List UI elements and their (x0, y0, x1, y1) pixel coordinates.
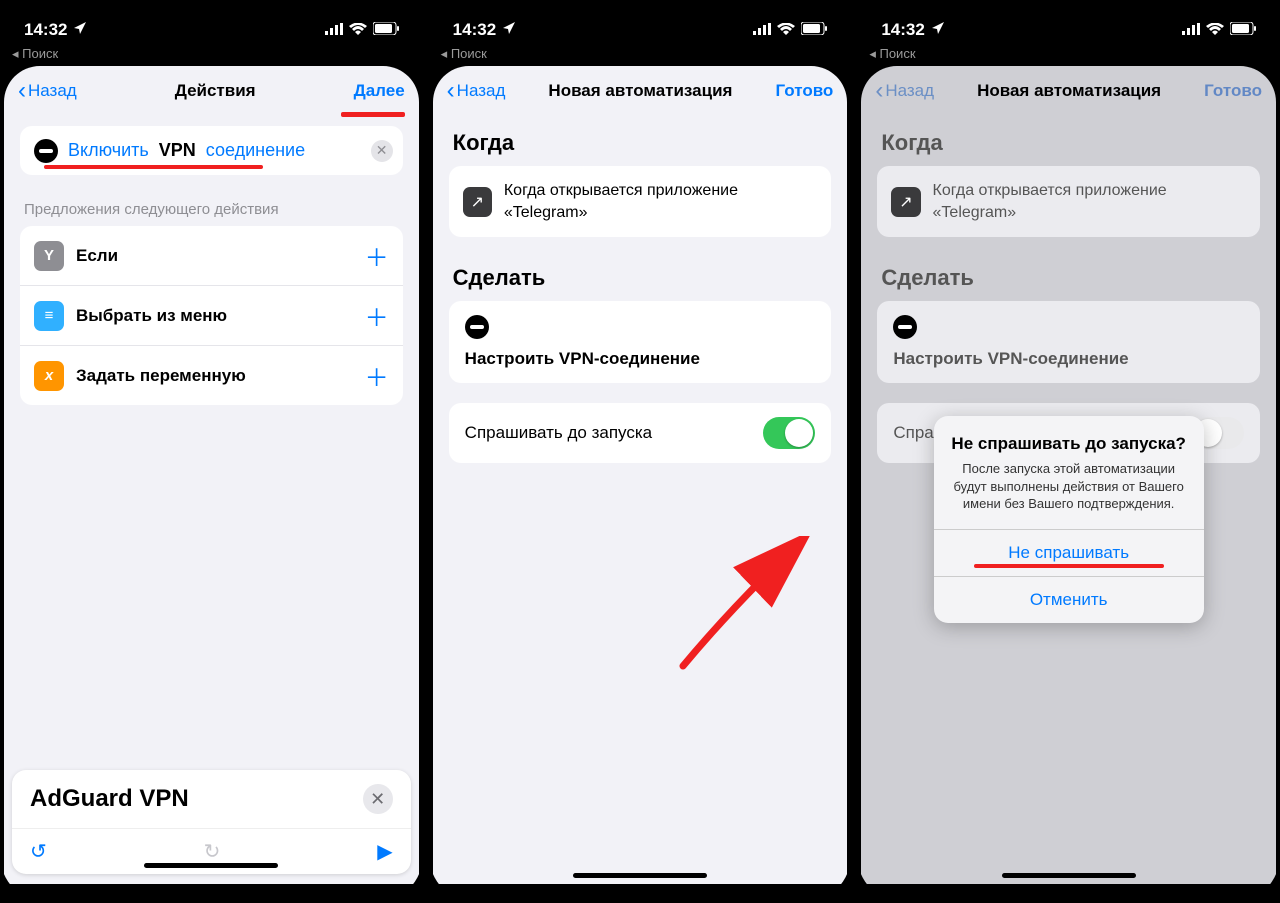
confirm-modal: Не спрашивать до запуска? После запуска … (934, 416, 1204, 623)
modal-text: После запуска этой автоматизации будут в… (950, 460, 1188, 513)
do-text: Настроить VPN-соединение (893, 349, 1244, 369)
status-time: 14:32 (881, 20, 924, 40)
location-icon (502, 20, 516, 40)
battery-icon (1230, 20, 1256, 40)
wifi-icon (1206, 20, 1224, 40)
modal-dont-ask-button[interactable]: Не спрашивать (934, 529, 1204, 576)
modal-cancel-button[interactable]: Отменить (934, 576, 1204, 623)
when-text: Когда открывается приложение «Telegram» (504, 180, 817, 223)
status-bar: 14:32 (0, 0, 423, 44)
token-connection[interactable]: соединение (204, 138, 307, 163)
home-indicator[interactable] (573, 873, 707, 878)
suggestions-label: Предложения следующего действия (4, 185, 419, 226)
add-icon[interactable]: ＋ (365, 298, 389, 333)
suggestion-row-menu[interactable]: ≡ Выбрать из меню ＋ (20, 286, 403, 346)
play-button[interactable]: ▶ (377, 839, 392, 864)
undo-button[interactable]: ↺ (30, 839, 47, 864)
shortcut-name[interactable]: AdGuard VPN (30, 785, 189, 813)
bottom-toolbar: AdGuard VPN ✕ ↺ ↻ ▶ (12, 770, 411, 874)
adguard-icon (893, 315, 917, 339)
status-time: 14:32 (24, 20, 67, 40)
app-open-icon: ↗ (463, 187, 492, 217)
suggestion-row-variable[interactable]: x Задать переменную ＋ (20, 346, 403, 405)
phone-screen-3: 14:32 ◂ Поиск ‹Назад Новая автоматизация… (857, 0, 1280, 903)
location-icon (931, 20, 945, 40)
when-card[interactable]: ↗ Когда открывается приложение «Telegram… (449, 166, 832, 237)
ask-toggle[interactable] (763, 417, 815, 449)
back-button: ‹Назад (875, 77, 934, 105)
modal-title: Не спрашивать до запуска? (950, 434, 1188, 454)
clear-action-button[interactable]: ✕ (371, 140, 393, 162)
suggestion-list: Y Если ＋ ≡ Выбрать из меню ＋ x Задать пе… (20, 226, 403, 405)
page-title: Действия (175, 81, 256, 101)
variable-icon: x (34, 361, 64, 391)
phone-screen-2: 14:32 ◂ Поиск ‹Назад Новая автоматизация… (429, 0, 852, 903)
suggestion-row-if[interactable]: Y Если ＋ (20, 226, 403, 286)
back-button[interactable]: ‹Назад (447, 77, 506, 105)
do-header: Сделать (861, 251, 1276, 301)
back-button[interactable]: ‹Назад (18, 77, 77, 105)
do-header: Сделать (433, 251, 848, 301)
when-header: Когда (861, 116, 1276, 166)
annotation-arrow (653, 536, 833, 676)
token-enable[interactable]: Включить (66, 138, 151, 163)
if-icon: Y (34, 241, 64, 271)
page-title: Новая автоматизация (548, 81, 732, 101)
adguard-icon (34, 139, 58, 163)
chevron-left-icon: ‹ (447, 77, 455, 105)
token-vpn: VPN (159, 140, 196, 161)
phone-screen-1: 14:32 ◂ Поиск ‹Назад Действия Далее Вклю… (0, 0, 423, 903)
status-bar: 14:32 (857, 0, 1280, 44)
signal-icon (325, 20, 343, 40)
annotation-underline (974, 564, 1164, 568)
close-button[interactable]: ✕ (363, 784, 393, 814)
add-icon[interactable]: ＋ (365, 238, 389, 273)
when-header: Когда (433, 116, 848, 166)
navbar: ‹Назад Новая автоматизация Готово (433, 66, 848, 116)
action-token-card[interactable]: Включить VPN соединение ✕ (20, 126, 403, 175)
status-time: 14:32 (453, 20, 496, 40)
location-icon (73, 20, 87, 40)
home-indicator[interactable] (1002, 873, 1136, 878)
menu-icon: ≡ (34, 301, 64, 331)
signal-icon (1182, 20, 1200, 40)
do-text: Настроить VPN-соединение (465, 349, 816, 369)
do-card: Настроить VPN-соединение (877, 301, 1260, 383)
status-bar: 14:32 (429, 0, 852, 44)
done-button[interactable]: Готово (775, 81, 833, 101)
ask-before-run-row: Спрашивать до запуска (449, 403, 832, 463)
annotation-underline (44, 165, 263, 169)
chevron-left-icon: ‹ (875, 77, 883, 105)
app-open-icon: ↗ (891, 187, 920, 217)
adguard-icon (465, 315, 489, 339)
search-breadcrumb[interactable]: ◂ Поиск (857, 44, 1280, 66)
wifi-icon (349, 20, 367, 40)
done-button: Готово (1204, 81, 1262, 101)
page-title: Новая автоматизация (977, 81, 1161, 101)
wifi-icon (777, 20, 795, 40)
battery-icon (801, 20, 827, 40)
navbar: ‹Назад Новая автоматизация Готово (861, 66, 1276, 116)
signal-icon (753, 20, 771, 40)
chevron-left-icon: ‹ (18, 77, 26, 105)
when-card: ↗ Когда открывается приложение «Telegram… (877, 166, 1260, 237)
search-breadcrumb[interactable]: ◂ Поиск (429, 44, 852, 66)
search-breadcrumb[interactable]: ◂ Поиск (0, 44, 423, 66)
next-button[interactable]: Далее (354, 81, 405, 101)
add-icon[interactable]: ＋ (365, 358, 389, 393)
do-card[interactable]: Настроить VPN-соединение (449, 301, 832, 383)
battery-icon (373, 20, 399, 40)
redo-button: ↻ (204, 839, 221, 864)
annotation-underline (341, 112, 405, 117)
ask-label: Спрашивать до запуска (465, 423, 652, 443)
home-indicator[interactable] (144, 863, 278, 868)
navbar: ‹Назад Действия Далее (4, 66, 419, 116)
when-text: Когда открывается приложение «Telegram» (933, 180, 1246, 223)
